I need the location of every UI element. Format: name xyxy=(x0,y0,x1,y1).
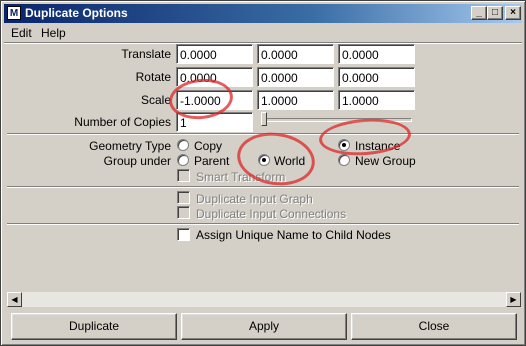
maximize-button[interactable]: □ xyxy=(487,6,503,20)
divider xyxy=(7,186,519,188)
duplicate-input-graph-label: Duplicate Input Graph xyxy=(196,192,313,206)
scroll-right-arrow-icon[interactable]: ▶ xyxy=(506,292,521,307)
menu-help[interactable]: Help xyxy=(41,26,66,40)
rotate-y-field[interactable]: 0.0000 xyxy=(257,67,334,87)
copies-slider-thumb[interactable] xyxy=(261,112,267,126)
assign-unique-name-checkbox[interactable] xyxy=(177,228,190,241)
geometry-type-label: Geometry Type xyxy=(89,139,171,153)
copies-label: Number of Copies xyxy=(74,115,171,129)
duplicate-input-connections-label: Duplicate Input Connections xyxy=(196,207,347,221)
smart-transform-checkbox[interactable] xyxy=(177,169,190,182)
duplicate-input-connections-checkbox[interactable] xyxy=(177,206,190,219)
translate-label: Translate xyxy=(121,47,171,61)
window-title: Duplicate Options xyxy=(25,6,128,20)
maya-app-icon: M xyxy=(7,6,21,20)
scroll-left-arrow-icon[interactable]: ◀ xyxy=(7,292,22,307)
horizontal-scrollbar[interactable]: ◀ ▶ xyxy=(7,292,521,307)
assign-unique-name-label: Assign Unique Name to Child Nodes xyxy=(196,228,391,242)
close-window-button[interactable]: × xyxy=(505,6,521,20)
rotate-label: Rotate xyxy=(135,70,171,84)
geometry-copy-radio[interactable] xyxy=(177,139,189,151)
group-new-group-radio[interactable] xyxy=(338,154,350,166)
rotate-z-field[interactable]: 0.0000 xyxy=(338,67,415,87)
minimize-button[interactable]: _ xyxy=(471,6,487,20)
group-new-group-label: New Group xyxy=(355,154,416,168)
translate-z-field[interactable]: 0.0000 xyxy=(338,44,415,64)
duplicate-options-window: M Duplicate Options _ □ × Edit Help Tran… xyxy=(0,0,526,346)
duplicate-button[interactable]: Duplicate xyxy=(11,313,177,340)
translate-x-field[interactable]: 0.0000 xyxy=(176,44,253,64)
group-under-label: Group under xyxy=(103,154,171,168)
divider xyxy=(7,223,519,225)
group-parent-radio[interactable] xyxy=(177,154,189,166)
translate-y-field[interactable]: 0.0000 xyxy=(257,44,334,64)
title-bar[interactable]: M Duplicate Options _ □ × xyxy=(4,4,522,23)
group-parent-label: Parent xyxy=(194,154,230,168)
scale-y-field[interactable]: 1.0000 xyxy=(257,90,334,110)
close-button[interactable]: Close xyxy=(351,313,517,340)
menu-edit[interactable]: Edit xyxy=(11,26,32,40)
geometry-copy-label: Copy xyxy=(194,139,223,153)
duplicate-input-graph-checkbox[interactable] xyxy=(177,191,190,204)
scale-z-field[interactable]: 1.0000 xyxy=(338,90,415,110)
scale-label: Scale xyxy=(140,93,171,107)
menu-bar: Edit Help xyxy=(4,24,522,42)
apply-button[interactable]: Apply xyxy=(181,313,347,340)
